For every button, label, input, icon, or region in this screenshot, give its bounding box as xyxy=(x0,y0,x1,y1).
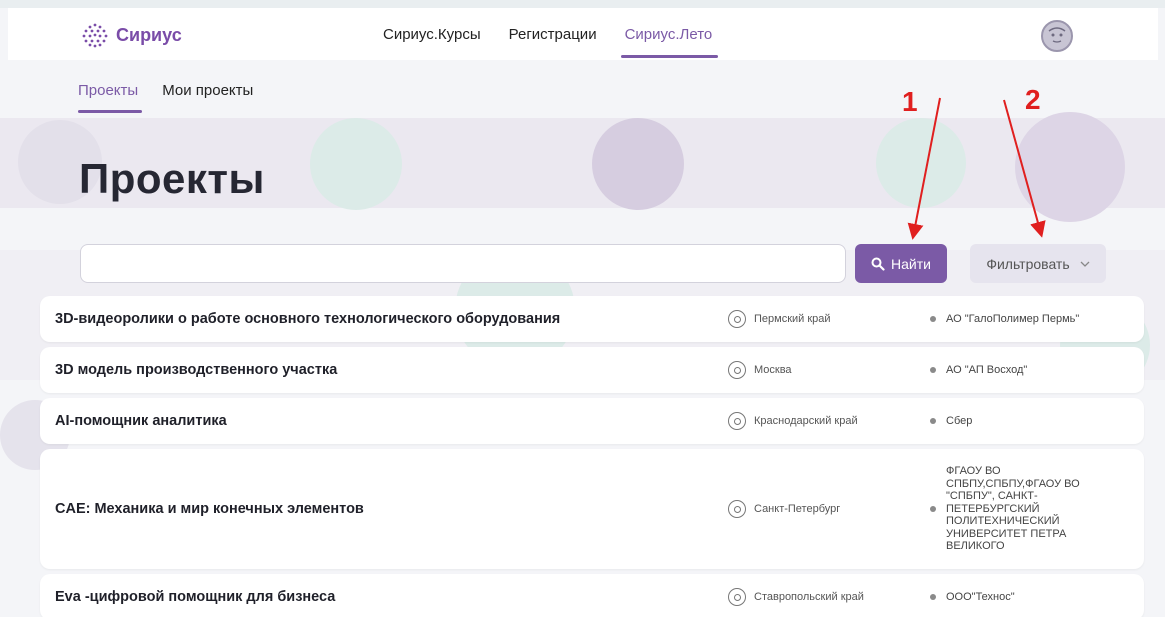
location-pin-icon xyxy=(728,500,746,518)
org-text: ФГАОУ ВО СПБПУ,СПБПУ,ФГАОУ ВО "СПБПУ", С… xyxy=(946,465,1080,553)
project-org: АО "АП Восход" xyxy=(930,364,1125,377)
bullet-icon xyxy=(930,367,936,373)
org-text: ООО"Технос" xyxy=(946,590,1015,603)
location-pin-icon xyxy=(728,588,746,606)
location-text: Краснодарский край xyxy=(754,415,858,427)
project-org: ООО"Технос" xyxy=(930,591,1125,604)
project-org: ФГАОУ ВО СПБПУ,СПБПУ,ФГАОУ ВО "СПБПУ", С… xyxy=(930,465,1090,553)
bullet-icon xyxy=(930,594,936,600)
project-title: 3D модель производственного участка xyxy=(55,362,338,378)
list-item[interactable]: CAE: Механика и мир конечных элементов С… xyxy=(40,449,1144,569)
location-text: Москва xyxy=(754,364,792,376)
project-location: Краснодарский край xyxy=(728,412,858,430)
annotation-arrow-2 xyxy=(1003,99,1046,238)
bullet-icon xyxy=(930,316,936,322)
location-text: Пермский край xyxy=(754,313,831,325)
location-pin-icon xyxy=(728,412,746,430)
project-title: Eva -цифровой помощник для бизнеса xyxy=(55,589,336,605)
org-text: Сбер xyxy=(946,414,973,427)
project-org: Сбер xyxy=(930,415,1125,428)
org-text: АО "АП Восход" xyxy=(946,363,1028,376)
project-title: AI-помощник аналитика xyxy=(55,413,227,429)
project-list: 3D-видеоролики о работе основного технол… xyxy=(40,296,1144,617)
list-item[interactable]: 3D-видеоролики о работе основного технол… xyxy=(40,296,1144,342)
project-location: Пермский край xyxy=(728,310,831,328)
project-location: Ставропольский край xyxy=(728,588,864,606)
location-pin-icon xyxy=(728,361,746,379)
project-location: Санкт-Петербург xyxy=(728,500,840,518)
bullet-icon xyxy=(930,506,936,512)
bullet-icon xyxy=(930,418,936,424)
org-text: АО "ГалоПолимер Пермь" xyxy=(946,312,1080,325)
list-item[interactable]: Eva -цифровой помощник для бизнеса Ставр… xyxy=(40,574,1144,617)
annotation-arrows xyxy=(907,97,1046,240)
location-pin-icon xyxy=(728,310,746,328)
list-item[interactable]: AI-помощник аналитика Краснодарский край… xyxy=(40,398,1144,444)
project-location: Москва xyxy=(728,361,792,379)
location-text: Санкт-Петербург xyxy=(754,503,841,515)
project-org: АО "ГалоПолимер Пермь" xyxy=(930,313,1125,326)
project-title: CAE: Механика и мир конечных элементов xyxy=(55,501,364,517)
list-item[interactable]: 3D модель производственного участка Моск… xyxy=(40,347,1144,393)
annotation-arrow-1 xyxy=(907,97,941,240)
location-text: Ставропольский край xyxy=(754,591,864,603)
project-title: 3D-видеоролики о работе основного технол… xyxy=(55,311,561,327)
